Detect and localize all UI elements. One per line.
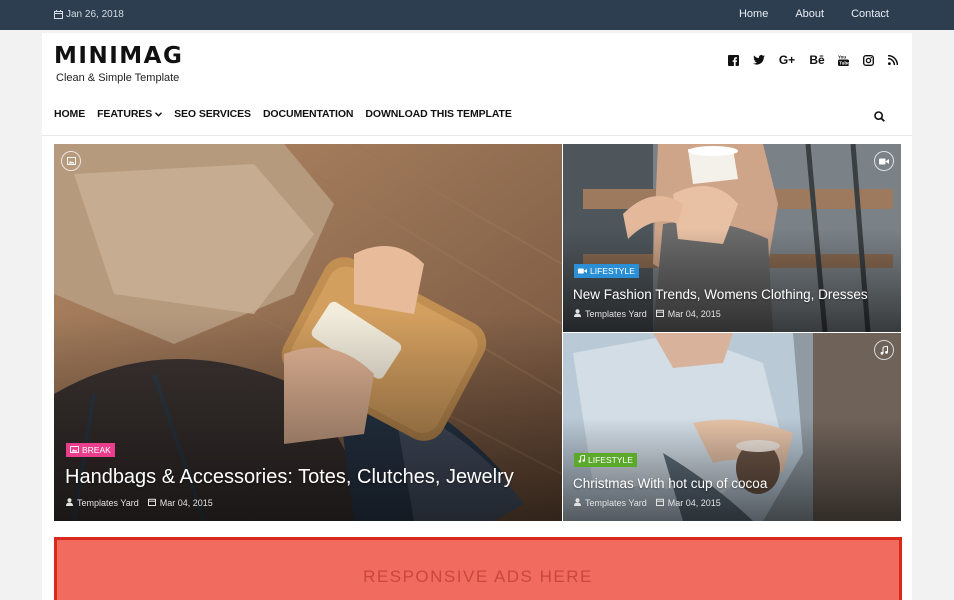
youtube-icon[interactable]: You Tube	[838, 54, 850, 66]
user-icon	[574, 309, 581, 319]
calendar-icon	[147, 498, 156, 508]
google-plus-icon[interactable]: G+	[778, 53, 796, 67]
nav-item-download-template[interactable]: DOWNLOAD THIS TEMPLATE	[365, 108, 511, 120]
post-author: Templates Yard	[574, 498, 647, 508]
calendar-icon	[54, 10, 63, 19]
nav-item-label: DOWNLOAD THIS TEMPLATE	[365, 108, 512, 120]
topbar-date: Jan 26, 2018	[54, 9, 124, 20]
video-icon	[578, 266, 587, 276]
search-icon[interactable]	[874, 109, 885, 127]
date-text: Mar 04, 2015	[667, 498, 721, 508]
nav-item-seo-services[interactable]: SEO SERVICES	[174, 108, 251, 120]
ad-label: RESPONSIVE ADS HERE	[363, 567, 593, 586]
top-nav: Home About Contact	[739, 8, 889, 20]
svg-text:Tube: Tube	[839, 61, 849, 66]
video-icon	[874, 151, 894, 171]
top-bar: Jan 26, 2018 Home About Contact	[0, 0, 954, 30]
behance-icon[interactable]: Bē	[809, 53, 825, 67]
image-icon	[61, 151, 81, 171]
post-meta: Templates Yard Mar 04, 2015	[66, 498, 213, 508]
badge-label: LIFESTYLE	[590, 266, 635, 276]
user-icon	[574, 498, 581, 508]
author-name[interactable]: Templates Yard	[77, 498, 139, 508]
author-name[interactable]: Templates Yard	[585, 498, 647, 508]
music-icon	[578, 454, 586, 465]
instagram-icon[interactable]	[863, 54, 875, 66]
post-title[interactable]: Handbags & Accessories: Totes, Clutches,…	[65, 466, 514, 489]
category-badge[interactable]: LIFESTYLE	[574, 453, 637, 467]
nav-item-label: SEO SERVICES	[174, 108, 251, 120]
category-badge[interactable]: BREAK	[66, 443, 115, 457]
calendar-icon	[655, 498, 664, 508]
svg-text:You: You	[838, 55, 846, 60]
post-title[interactable]: New Fashion Trends, Womens Clothing, Dre…	[573, 287, 868, 302]
featured-post-2[interactable]: LIFESTYLE New Fashion Trends, Womens Clo…	[563, 144, 901, 332]
post-date: Mar 04, 2015	[655, 309, 721, 319]
post-1-overlay	[54, 144, 562, 521]
post-date: Mar 04, 2015	[147, 498, 213, 508]
badge-label: LIFESTYLE	[588, 455, 633, 465]
facebook-icon[interactable]	[728, 54, 740, 66]
top-link-home[interactable]: Home	[739, 8, 768, 20]
image-icon	[70, 445, 79, 455]
nav-item-label: DOCUMENTATION	[262, 108, 354, 120]
badge-label: BREAK	[82, 445, 111, 455]
post-meta: Templates Yard Mar 04, 2015	[574, 498, 721, 508]
nav-item-documentation[interactable]: DOCUMENTATION	[262, 108, 354, 120]
author-name[interactable]: Templates Yard	[585, 309, 647, 319]
post-meta: Templates Yard Mar 04, 2015	[574, 309, 721, 319]
featured-post-3[interactable]: LIFESTYLE Christmas With hot cup of coco…	[563, 333, 901, 521]
nav-item-label: HOME	[54, 108, 86, 120]
date-text: Mar 04, 2015	[667, 309, 721, 319]
music-icon	[874, 340, 894, 360]
post-author: Templates Yard	[574, 309, 647, 319]
category-badge[interactable]: LIFESTYLE	[574, 264, 639, 278]
post-date: Mar 04, 2015	[655, 498, 721, 508]
chevron-down-icon	[155, 108, 163, 120]
post-author: Templates Yard	[66, 498, 139, 508]
nav-item-features[interactable]: FEATURES	[97, 108, 163, 120]
user-icon	[66, 498, 73, 508]
top-link-about[interactable]: About	[795, 8, 824, 20]
social-links: G+ Bē You Tube	[728, 53, 900, 67]
date-text: Jan 26, 2018	[66, 9, 124, 20]
twitter-icon[interactable]	[753, 55, 765, 65]
date-text: Mar 04, 2015	[159, 498, 213, 508]
calendar-icon	[655, 309, 664, 319]
post-title[interactable]: Christmas With hot cup of cocoa	[573, 476, 767, 491]
post-3-overlay	[563, 333, 901, 521]
nav-item-home[interactable]: HOME	[54, 108, 85, 120]
rss-icon[interactable]	[888, 55, 900, 65]
nav-divider	[42, 135, 912, 136]
main-nav: HOME FEATURES SEO SERVICES DOCUMENTATION…	[54, 108, 512, 120]
site-tagline: Clean & Simple Template	[56, 72, 180, 84]
site-logo[interactable]: MINIMAG	[54, 43, 183, 69]
top-link-contact[interactable]: Contact	[851, 8, 889, 20]
featured-post-1[interactable]: BREAK Handbags & Accessories: Totes, Clu…	[54, 144, 562, 521]
post-2-overlay	[563, 144, 901, 332]
nav-item-label: FEATURES	[97, 108, 153, 120]
ad-banner[interactable]: RESPONSIVE ADS HERE	[54, 537, 902, 600]
